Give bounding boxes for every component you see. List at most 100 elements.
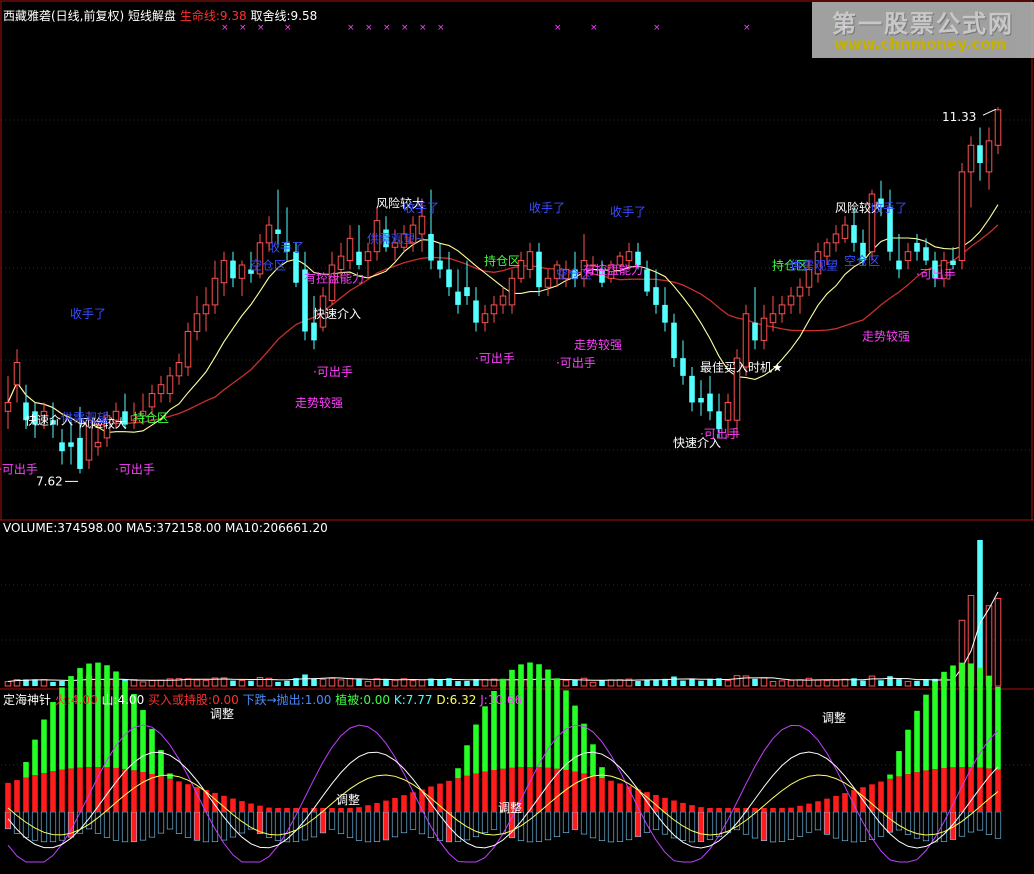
indicator-red-bar: [770, 808, 776, 812]
indicator-red-bar: [104, 767, 110, 812]
candle-body: [364, 251, 372, 262]
volume-bar: [599, 680, 605, 686]
signal-label: 走势较强: [862, 328, 910, 343]
candle-body: [356, 251, 362, 265]
indicator-green-bar: [581, 723, 587, 774]
indicator-bar: [472, 811, 480, 838]
chart-stage[interactable]: 11.33 7.62 快速介入 风险较大 持仓区 供需观望 ·可出手 ·可出手 收手了 收手了 空仓…: [0, 0, 1034, 871]
stock-chart[interactable]: 11.337.62快速介入 风险较大 持仓区供需观望·可出手 ·可出手收手了收手了空仓…: [0, 0, 1034, 871]
indicator-green-bar: [590, 744, 596, 776]
candle-body: [904, 251, 912, 262]
volume-bar: [841, 678, 849, 687]
indicator-green-bar: [923, 694, 929, 771]
signal-label: 收手了: [268, 241, 304, 255]
indicator-bar: [373, 811, 381, 843]
indicator-bar: [760, 811, 768, 842]
indicator-red-bar: [734, 808, 740, 812]
vegetation-value: 植被:0.00: [335, 693, 391, 707]
indicator-bar: [148, 811, 156, 838]
candle-body: [337, 255, 345, 270]
candle-body: [311, 322, 317, 341]
volume-bar: [4, 680, 12, 687]
volume-bar: [364, 680, 372, 687]
volume-bar: [337, 679, 345, 687]
volume-bar: [139, 681, 147, 687]
volume-bar: [148, 679, 156, 687]
indicator-red-bar: [86, 767, 92, 812]
indicator-red-bar: [239, 801, 245, 812]
watermark-title: 第一股票公式网: [832, 10, 1014, 38]
indicator-bar: [130, 811, 138, 843]
watermark-url: www.chnmoney.com: [834, 35, 1007, 53]
candle-body: [823, 242, 831, 257]
candle-body: [446, 269, 452, 288]
indicator-bar: [922, 811, 930, 842]
indicator-green-bar: [68, 676, 74, 769]
indicator-green-bar: [554, 678, 560, 769]
indicator-red-bar: [428, 786, 434, 812]
volume-bar: [455, 681, 461, 686]
indicator-red-bar: [932, 769, 938, 812]
candle-body: [275, 229, 281, 234]
volume-bar: [157, 679, 165, 687]
indicator-green-bar: [599, 767, 605, 779]
indicator-red-bar: [545, 767, 551, 812]
candle-body: [202, 304, 210, 315]
indicator-red-bar: [662, 797, 668, 812]
indicator-green-bar: [77, 668, 83, 768]
adjust-label: 调整: [498, 800, 522, 815]
volume-bar: [481, 679, 489, 687]
candle-body: [787, 295, 795, 306]
indicator-bar: [328, 811, 336, 830]
indicator-red-bar: [671, 800, 677, 812]
candle-body: [184, 331, 192, 368]
x-marker: ×: [257, 23, 265, 33]
candle-body: [644, 269, 650, 292]
indicator-bar: [625, 811, 633, 841]
indicator-green-bar: [104, 665, 110, 768]
volume-bar: [653, 679, 659, 686]
candle-body: [752, 322, 758, 341]
indicator-bar: [940, 811, 948, 842]
indicator-red-bar: [689, 805, 695, 812]
candle-body: [166, 375, 174, 395]
d-value: D:6.32: [436, 693, 477, 707]
indicator-green-bar: [905, 729, 911, 775]
candle-body: [437, 260, 443, 270]
indicator-red-bar: [41, 773, 47, 812]
indicator-name: 短线解盘: [128, 9, 177, 23]
candle-body: [346, 237, 354, 262]
indicator-green-bar: [995, 686, 1001, 770]
indicator-green-bar: [986, 675, 992, 769]
volume-bar: [724, 680, 732, 687]
candle-body: [464, 287, 470, 297]
candle-body: [175, 362, 183, 377]
volume-bar: [914, 680, 920, 686]
candle-body: [230, 260, 236, 279]
candle-body: [148, 393, 156, 408]
life-line-value: 生命线:9.38: [179, 9, 247, 23]
indicator-green-bar: [140, 710, 146, 773]
j-value: J:10.66: [480, 693, 523, 707]
indicator-red-bar: [329, 808, 335, 812]
candle-body: [544, 277, 552, 288]
signal-label: 走势较强: [295, 395, 343, 410]
volume-bar: [383, 679, 389, 686]
indicator-bar: [985, 811, 993, 835]
candle-body: [778, 304, 786, 315]
volume-bar: [760, 677, 768, 687]
candle-body: [473, 300, 479, 323]
x-marker: ×: [554, 23, 562, 33]
main-header: 西藏雅砻(日线,前复权) 短线解盘 生命线:9.38 取舍线:9.58: [3, 7, 317, 24]
x-marker: ×: [284, 23, 292, 33]
indicator-green-bar: [527, 662, 533, 768]
volume-bar: [769, 680, 777, 687]
candle-body: [455, 291, 461, 305]
indicator-green-bar: [455, 768, 461, 779]
indicator-bar: [391, 811, 399, 838]
indicator-red-bar: [869, 784, 875, 812]
indicator-green-bar: [572, 705, 578, 772]
indicator-red-bar: [59, 769, 65, 812]
indicator-red-bar: [878, 781, 884, 812]
indicator-bar: [796, 811, 804, 837]
